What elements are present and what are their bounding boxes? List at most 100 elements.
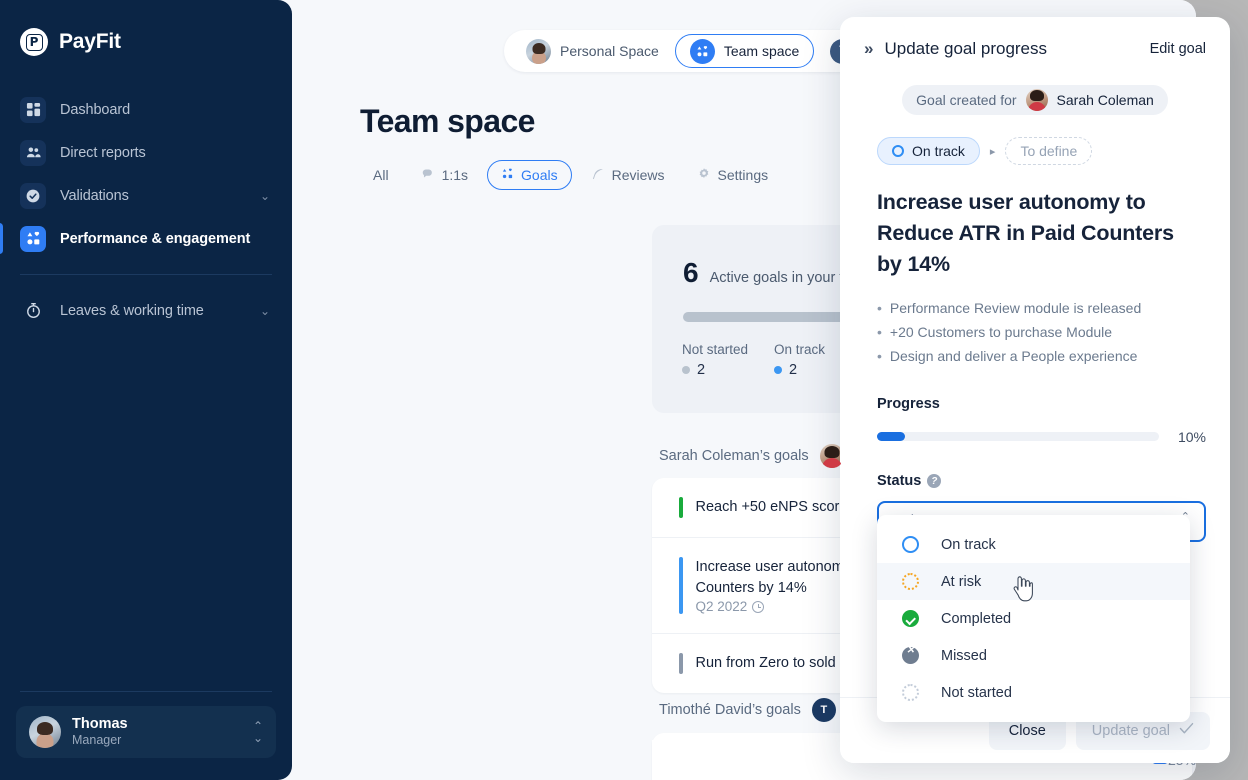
legend-dot bbox=[774, 366, 783, 374]
list-item: Performance Review module is released bbox=[877, 296, 1206, 320]
user-name: Thomas bbox=[72, 715, 128, 732]
sidebar-item-label: Performance & engagement bbox=[60, 230, 251, 247]
sidebar: P PayFit Dashboard Direct reports Valida… bbox=[0, 0, 292, 780]
active-goals-count: 6 bbox=[683, 257, 699, 288]
ring-blue-icon bbox=[902, 536, 919, 553]
ring-dotted-orange-icon bbox=[902, 573, 919, 590]
help-circle-icon[interactable]: ? bbox=[927, 474, 942, 489]
double-chevron-right-icon[interactable]: » bbox=[864, 39, 874, 59]
space-chip-team[interactable]: Team space bbox=[674, 34, 815, 68]
payfit-logo-icon: P bbox=[20, 28, 48, 56]
people-icon bbox=[20, 139, 46, 166]
status-option-missed[interactable]: Missed bbox=[877, 637, 1190, 674]
progress-track[interactable] bbox=[877, 432, 1159, 442]
team-space-icon bbox=[689, 38, 715, 64]
ring-dotted-gray-icon bbox=[902, 684, 919, 701]
sidebar-item-label: Direct reports bbox=[60, 144, 146, 161]
tab-1-1s[interactable]: 1:1s bbox=[408, 160, 481, 190]
status-dropdown: On track At risk Completed Missed Not st… bbox=[877, 515, 1190, 722]
legend-value: 2 bbox=[697, 362, 706, 378]
status-option-label: Missed bbox=[941, 647, 987, 664]
status-label: Status? bbox=[877, 473, 1206, 489]
legend-value-wrap: 2 bbox=[682, 362, 748, 378]
panel-goal-title: Increase user autonomy to Reduce ATR in … bbox=[877, 190, 1174, 277]
performance-icon bbox=[20, 225, 46, 252]
tab-label: 1:1s bbox=[441, 167, 469, 183]
goal-period: Q2 2022 bbox=[696, 599, 765, 614]
goal-created-prefix: Goal created for bbox=[916, 92, 1017, 108]
x-circle-gray-icon bbox=[902, 645, 919, 664]
update-goal-label: Update goal bbox=[1091, 722, 1170, 739]
status-option-label: At risk bbox=[941, 573, 982, 590]
sidebar-item-label: Validations bbox=[60, 187, 129, 204]
user-account-card[interactable]: Thomas Manager ⌃ ⌄ bbox=[16, 706, 276, 758]
legend-label: Not started bbox=[682, 342, 749, 357]
status-pill-next[interactable]: To define bbox=[1005, 137, 1093, 165]
goal-group-header: Sarah Coleman’s goals bbox=[659, 444, 844, 468]
goal-period-label: Q2 2022 bbox=[695, 599, 748, 615]
stopwatch-icon bbox=[20, 298, 46, 324]
space-chip-label: Team space bbox=[723, 43, 800, 59]
status-option-on-track[interactable]: On track bbox=[877, 526, 1190, 563]
goal-created-pill: Goal created for Sarah Coleman bbox=[902, 85, 1168, 115]
feather-icon bbox=[591, 167, 605, 184]
goal-status-flow: On track ▸ To define bbox=[840, 115, 1230, 165]
goal-key-results: Performance Review module is released +2… bbox=[840, 281, 1230, 368]
chat-icon bbox=[421, 167, 435, 184]
tab-bar: All 1:1s Goals Reviews Settings bbox=[360, 160, 781, 190]
tab-goals[interactable]: Goals bbox=[487, 160, 572, 190]
goal-created-person: Sarah Coleman bbox=[1056, 92, 1154, 108]
tab-reviews[interactable]: Reviews bbox=[578, 160, 678, 190]
status-option-label: Completed bbox=[941, 610, 1012, 627]
space-chip-label: Personal Space bbox=[560, 43, 659, 59]
status-pill-next-label: To define bbox=[1020, 143, 1078, 159]
sidebar-nav: Dashboard Direct reports Validations ⌄ P… bbox=[0, 88, 292, 332]
avatar bbox=[29, 716, 61, 748]
tab-label: Goals bbox=[521, 167, 558, 183]
status-option-completed[interactable]: Completed bbox=[877, 600, 1190, 637]
goals-icon bbox=[501, 167, 514, 183]
status-option-not-started[interactable]: Not started bbox=[877, 674, 1190, 711]
avatar bbox=[1025, 89, 1048, 111]
brand-name: PayFit bbox=[59, 30, 121, 53]
sidebar-item-direct-reports[interactable]: Direct reports bbox=[0, 131, 292, 174]
sidebar-item-validations[interactable]: Validations ⌄ bbox=[0, 174, 292, 217]
space-chip-personal[interactable]: Personal Space bbox=[512, 34, 673, 68]
panel-header: » Update goal progress Edit goal bbox=[840, 17, 1230, 59]
status-option-label: On track bbox=[941, 536, 996, 553]
goal-group-title: Timothé David’s goals bbox=[659, 702, 801, 718]
tab-all[interactable]: All bbox=[360, 160, 402, 190]
chevron-down-icon[interactable]: ⌄ bbox=[260, 304, 270, 318]
progress-label: Progress bbox=[877, 395, 940, 412]
tab-label: Settings bbox=[717, 167, 769, 183]
page-title: Team space bbox=[360, 103, 535, 139]
status-pill-current: On track bbox=[877, 137, 980, 165]
personal-avatar bbox=[526, 38, 551, 64]
chevron-right-icon: ▸ bbox=[989, 145, 996, 158]
goal-title: Run from Zero to sold bbox=[695, 655, 836, 672]
bar-segment-not-started bbox=[683, 312, 861, 322]
tab-settings[interactable]: Settings bbox=[684, 160, 782, 190]
legend-item-on-track: On track 2 bbox=[774, 342, 825, 378]
goal-created-row: Goal created for Sarah Coleman bbox=[840, 85, 1230, 115]
progress-section: Progress 10% bbox=[840, 368, 1230, 445]
tab-label: Reviews bbox=[611, 167, 665, 183]
goal-status-bar bbox=[679, 497, 683, 519]
status-option-label: Not started bbox=[941, 684, 1012, 701]
legend-value: 2 bbox=[789, 362, 798, 378]
dashboard-icon bbox=[20, 96, 46, 123]
chevron-updown-icon[interactable]: ⌃ ⌄ bbox=[253, 720, 263, 744]
progress-value: 10% bbox=[1177, 428, 1206, 445]
edit-goal-link[interactable]: Edit goal bbox=[1150, 41, 1206, 57]
status-label-text: Status bbox=[877, 472, 922, 489]
sidebar-divider bbox=[20, 274, 272, 275]
sidebar-footer-divider bbox=[20, 691, 272, 692]
sidebar-item-dashboard[interactable]: Dashboard bbox=[0, 88, 292, 131]
chevron-down-icon[interactable]: ⌄ bbox=[260, 189, 270, 203]
user-role: Manager bbox=[72, 733, 122, 748]
check-circle-icon bbox=[20, 182, 46, 209]
status-option-at-risk[interactable]: At risk bbox=[877, 563, 1190, 600]
sidebar-item-performance-engagement[interactable]: Performance & engagement bbox=[0, 217, 292, 260]
sidebar-item-leaves-working-time[interactable]: Leaves & working time ⌄ bbox=[0, 289, 292, 332]
clock-icon bbox=[752, 601, 765, 614]
